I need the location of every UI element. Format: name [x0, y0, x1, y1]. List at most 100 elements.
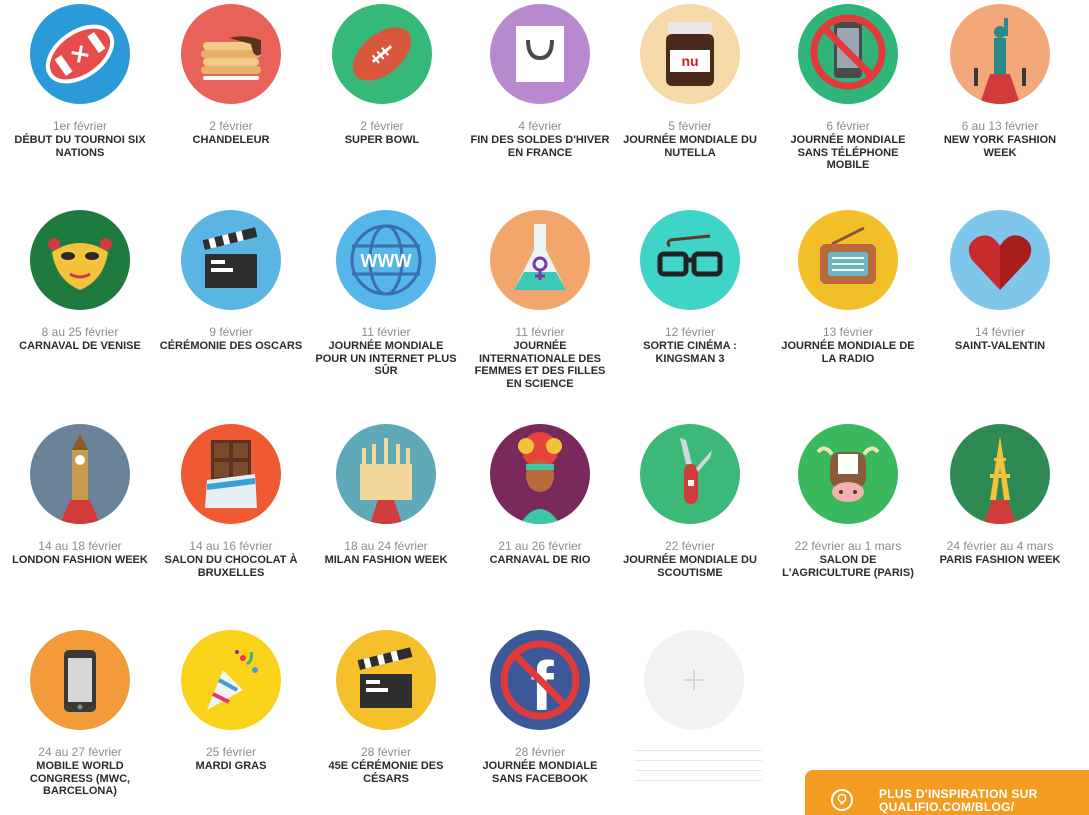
event-card[interactable]: 2 février SUPER BOWL: [306, 4, 458, 147]
event-title: CÉRÉMONIE DES OSCARS: [159, 340, 303, 352]
event-icon-circle: [30, 630, 130, 730]
event-date: 9 février: [209, 325, 253, 339]
football-icon: [352, 27, 412, 81]
www-globe-icon: WWW: [350, 224, 422, 296]
event-date: 13 février: [822, 325, 874, 339]
event-card[interactable]: f 28 février JOURNÉE MONDIALE SANS FACEB…: [464, 630, 616, 785]
event-title: JOURNÉE MONDIALE DE LA RADIO: [781, 340, 915, 365]
event-card[interactable]: 12 février SORTIE CINÉMA : KINGSMAN 3: [614, 210, 766, 365]
event-title: FIN DES SOLDES D'HIVER EN FRANCE: [470, 134, 610, 159]
radio-icon: [820, 226, 876, 284]
event-icon-circle: [181, 630, 281, 730]
party-popper-icon: [207, 650, 258, 710]
smartphone-icon: [64, 650, 96, 712]
heart-icon: [968, 235, 1032, 290]
placeholder-lines: [634, 750, 762, 790]
event-date: 14 au 16 février: [189, 539, 273, 553]
placeholder-line: [634, 780, 762, 781]
event-title: SAINT-VALENTIN: [954, 340, 1046, 352]
event-card[interactable]: nu 5 février JOURNÉE MONDIALE DU NUTELLA: [614, 4, 766, 159]
event-card[interactable]: 25 février MARDI GRAS: [155, 630, 307, 773]
event-title: JOURNÉE INTERNATIONALE DES FEMMES ET DES…: [474, 340, 606, 390]
plus-icon: [684, 670, 704, 690]
cow-icon: [816, 446, 880, 502]
event-icon-circle: [490, 4, 590, 104]
event-card[interactable]: 14 au 18 février LONDON FASHION WEEK: [4, 424, 156, 567]
event-card[interactable]: 22 février au 1 mars SALON DE L'AGRICULT…: [772, 424, 924, 579]
event-icon-circle: [490, 210, 590, 310]
event-card[interactable]: 2 février CHANDELEUR: [155, 4, 307, 147]
event-date: 8 au 25 février: [41, 325, 119, 339]
svg-text:nu: nu: [681, 53, 698, 69]
event-icon-circle: [640, 424, 740, 524]
event-title: SALON DU CHOCOLAT À BRUXELLES: [164, 554, 298, 579]
event-title: CARNAVAL DE RIO: [489, 554, 591, 566]
event-card[interactable]: 6 au 13 février NEW YORK FASHION WEEK: [924, 4, 1076, 159]
event-title: 45e CÉRÉMONIE DES CÉSARS: [328, 760, 444, 785]
event-date: 11 février: [515, 325, 565, 339]
no-phone-icon: [810, 14, 886, 90]
event-card[interactable]: 13 février JOURNÉE MONDIALE DE LA RADIO: [772, 210, 924, 365]
event-icon-circle: [30, 210, 130, 310]
event-card[interactable]: 6 février JOURNÉE MONDIALE SANS TÉLÉPHON…: [772, 4, 924, 172]
statue-of-liberty-icon: [974, 18, 1026, 104]
crepes-icon: [201, 36, 261, 80]
event-date: 14 au 18 février: [38, 539, 122, 553]
clapperboard-icon: [202, 227, 258, 288]
inspiration-cta-button[interactable]: PLUS D'INSPIRATION SUR QUALIFIO.COM/BLOG…: [805, 770, 1089, 815]
event-card[interactable]: 11 février JOURNÉE INTERNATIONALE DES FE…: [464, 210, 616, 390]
event-icon-circle: [950, 210, 1050, 310]
event-date: 25 février: [205, 745, 257, 759]
event-card[interactable]: 18 au 24 février MILAN FASHION WEEK: [310, 424, 462, 567]
event-card[interactable]: 24 février au 4 mars PARIS FASHION WEEK: [924, 424, 1076, 567]
add-circle[interactable]: [644, 630, 744, 730]
event-icon-circle: [950, 424, 1050, 524]
event-card[interactable]: 1er février DÉBUT DU TOURNOI SIX NATIONS: [4, 4, 156, 159]
event-title: MILAN FASHION WEEK: [324, 554, 448, 566]
event-title: SALON DE L'AGRICULTURE (PARIS): [782, 554, 914, 579]
event-date: 6 au 13 février: [961, 119, 1039, 133]
event-icon-circle: [332, 4, 432, 104]
event-date: 24 février au 4 mars: [946, 539, 1054, 553]
event-icon-circle: WWW: [336, 210, 436, 310]
event-card[interactable]: 28 février 45e CÉRÉMONIE DES CÉSARS: [310, 630, 462, 785]
event-card[interactable]: 14 au 16 février SALON DU CHOCOLAT À BRU…: [155, 424, 307, 579]
milan-cathedral-icon: [360, 438, 412, 524]
event-title: JOURNÉE MONDIALE POUR UN INTERNET PLUS S…: [315, 340, 457, 377]
event-title: LONDON FASHION WEEK: [12, 554, 148, 566]
lightbulb-icon: [831, 789, 853, 811]
event-icon-circle: nu: [640, 4, 740, 104]
event-card[interactable]: 24 au 27 février MOBILE WORLD CONGRESS (…: [4, 630, 156, 798]
add-event-tile[interactable]: [618, 630, 770, 730]
event-card[interactable]: 4 février FIN DES SOLDES D'HIVER EN FRAN…: [464, 4, 616, 159]
svg-text:WWW: WWW: [361, 251, 412, 271]
event-card[interactable]: 14 février SAINT-VALENTIN: [924, 210, 1076, 353]
event-date: 12 février: [664, 325, 716, 339]
event-card[interactable]: 9 février CÉRÉMONIE DES OSCARS: [155, 210, 307, 353]
event-title: JOURNÉE MONDIALE DU SCOUTISME: [623, 554, 757, 579]
event-title: NEW YORK FASHION WEEK: [943, 134, 1057, 159]
event-title: CARNAVAL DE VENISE: [19, 340, 141, 352]
event-title: JOURNÉE MONDIALE SANS FACEBOOK: [482, 760, 598, 785]
clapperboard-icon: [357, 647, 413, 708]
event-icon-circle: [950, 4, 1050, 104]
big-ben-icon: [60, 434, 100, 524]
event-icon-circle: [640, 210, 740, 310]
flask-icon: [514, 224, 566, 290]
event-icon-circle: [798, 210, 898, 310]
event-date: 11 février: [361, 325, 411, 339]
event-title: CHANDELEUR: [192, 134, 270, 146]
event-card[interactable]: WWW 11 février JOURNÉE MONDIALE POUR UN …: [310, 210, 462, 378]
chocolate-bar-icon: [205, 440, 257, 508]
event-icon-circle: [30, 424, 130, 524]
event-card[interactable]: 21 au 26 février CARNAVAL DE RIO: [464, 424, 616, 567]
event-date: 18 au 24 février: [344, 539, 428, 553]
event-card[interactable]: 8 au 25 février CARNAVAL DE VENISE: [4, 210, 156, 353]
no-facebook-icon: f: [500, 640, 580, 725]
event-date: 24 au 27 février: [38, 745, 122, 759]
venice-mask-icon: [48, 238, 112, 290]
event-date: 4 février: [518, 119, 562, 133]
event-icon-circle: [181, 4, 281, 104]
event-card[interactable]: 22 février JOURNÉE MONDIALE DU SCOUTISME: [614, 424, 766, 579]
event-date: 1er février: [52, 119, 108, 133]
